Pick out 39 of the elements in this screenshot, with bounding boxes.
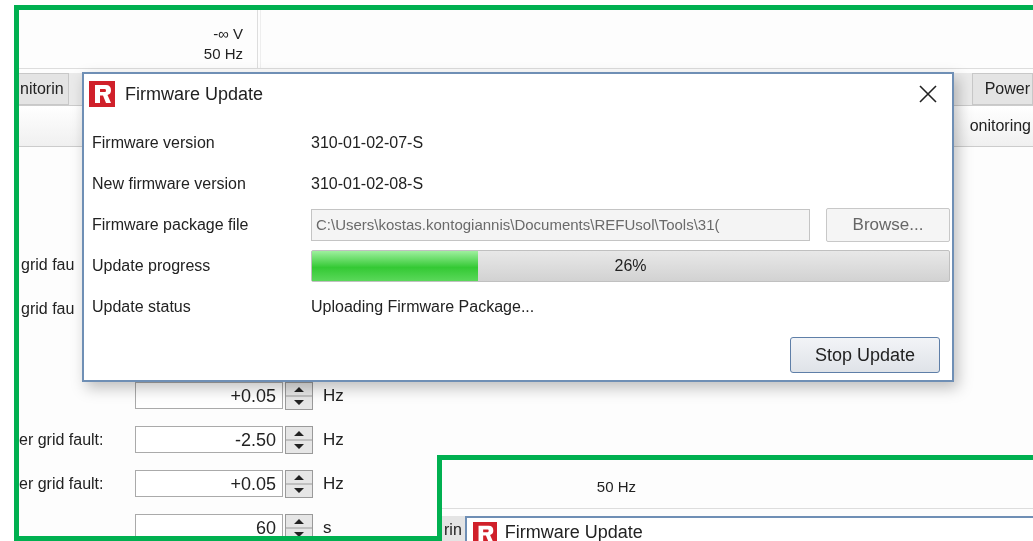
field-label: grid fau: [21, 255, 75, 275]
unit-label: Hz: [323, 473, 344, 494]
stop-update-button[interactable]: Stop Update: [790, 337, 940, 373]
tab[interactable]: Power: [971, 73, 1033, 105]
field-label: Firmware version: [92, 133, 216, 152]
close-icon[interactable]: [918, 84, 938, 104]
field-label: Update progress: [92, 256, 212, 275]
field-label: er grid fault:: [19, 474, 104, 492]
field-label: New firmware version: [92, 174, 247, 193]
number-field[interactable]: -2.50: [135, 426, 283, 453]
tab[interactable]: onitoring: [969, 117, 1031, 135]
field-label: er grid fault:: [19, 430, 104, 448]
unit-label: s: [323, 517, 332, 536]
progress-reading: 26%: [614, 256, 647, 275]
browse-button[interactable]: Browse...: [826, 207, 950, 242]
file-path-field[interactable]: C:\Users\kostas.kontogiannis\Documents\REFUsol\Tools\31(: [311, 208, 810, 241]
reading-value: 50 Hz: [203, 46, 243, 62]
field-label: Update status: [92, 297, 192, 316]
field-value: Uploading Firmware Package...: [311, 297, 535, 316]
tab[interactable]: rin: [442, 516, 465, 541]
dialog-title: Firmware Update: [125, 83, 265, 105]
number-field[interactable]: 60: [135, 514, 283, 536]
unit-label: Hz: [323, 385, 344, 406]
spinner-arrows-icon[interactable]: [285, 381, 313, 410]
number-field[interactable]: +0.05: [135, 382, 283, 409]
reading-value: -∞ V: [213, 26, 243, 42]
reading-value: 50 Hz: [595, 476, 636, 495]
field-value: 310-01-02-07-S: [311, 133, 424, 152]
dialog-title: Firmware Update: [504, 522, 644, 541]
spinner-arrows-icon[interactable]: [285, 425, 313, 454]
field-value: 310-01-02-08-S: [311, 174, 424, 193]
unit-label: Hz: [323, 429, 344, 450]
field-label: Firmware package file: [92, 215, 250, 234]
field-label: grid fau: [21, 299, 75, 319]
app-logo-icon: [89, 81, 115, 107]
number-field[interactable]: +0.05: [135, 470, 283, 497]
tab[interactable]: nitorin: [19, 73, 69, 105]
spinner-arrows-icon[interactable]: [285, 469, 313, 498]
spinner-arrows-icon[interactable]: [285, 513, 313, 536]
